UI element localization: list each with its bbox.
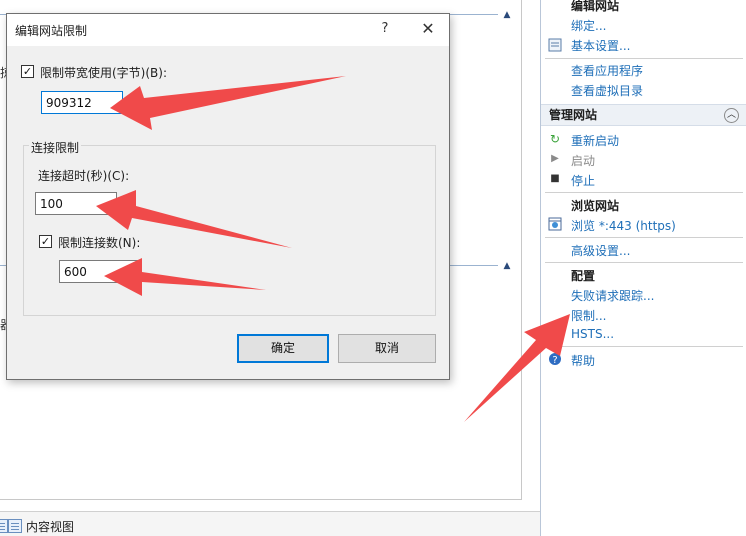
manage-site-header[interactable]: 管理网站 ︿ xyxy=(541,104,746,126)
stop-link[interactable]: 停止 xyxy=(571,172,595,189)
settings-page-icon xyxy=(548,38,562,52)
help-button[interactable]: ? xyxy=(377,21,393,36)
browse-https-link[interactable]: 浏览 *:443 (https) xyxy=(571,217,676,234)
limit-connections-label: 限制连接数(N): xyxy=(58,236,141,250)
features-view-icon xyxy=(0,519,8,533)
divider xyxy=(545,346,743,347)
divider xyxy=(545,262,743,263)
browse-icon xyxy=(548,217,562,231)
manage-site-title: 管理网站 xyxy=(549,108,598,122)
view-applications-link[interactable]: 查看应用程序 xyxy=(571,62,643,79)
help-link[interactable]: 帮助 xyxy=(571,352,595,369)
hsts-link[interactable]: HSTS... xyxy=(571,327,614,341)
close-button[interactable]: ✕ xyxy=(417,19,439,39)
chevron-up-icon[interactable]: ︿ xyxy=(724,108,739,123)
stop-icon: ■ xyxy=(550,173,560,184)
tab-features-view[interactable] xyxy=(0,516,8,536)
group-title-browse-site: 浏览网站 xyxy=(571,199,620,213)
advanced-settings-link[interactable]: 高级设置... xyxy=(571,242,630,259)
bandwidth-limit-checkbox[interactable]: ✓ xyxy=(21,65,34,78)
view-virtual-dirs-link[interactable]: 查看虚拟目录 xyxy=(571,82,643,99)
bindings-link[interactable]: 绑定... xyxy=(571,17,606,34)
divider xyxy=(545,237,743,238)
connection-timeout-label: 连接超时(秒)(C): xyxy=(38,169,130,183)
frame-border xyxy=(0,499,522,500)
divider xyxy=(545,58,743,59)
dialog-title: 编辑网站限制 xyxy=(15,24,88,38)
divider xyxy=(545,192,743,193)
start-link[interactable]: 启动 xyxy=(571,152,595,169)
failed-request-tracing-link[interactable]: 失败请求跟踪... xyxy=(571,287,654,304)
connection-timeout-field[interactable] xyxy=(35,192,117,215)
cancel-button[interactable]: 取消 xyxy=(338,334,436,363)
edit-site-limits-dialog: 编辑网站限制 ? ✕ ✓ 限制带宽使用(字节)(B): 连接限制 连接超时(秒)… xyxy=(6,13,450,380)
bandwidth-limit-field[interactable] xyxy=(41,91,123,114)
limit-connections-checkbox[interactable]: ✓ xyxy=(39,235,52,248)
limit-connections-field[interactable] xyxy=(59,260,141,283)
view-tab-strip: 内容视图 xyxy=(0,511,540,536)
content-view-icon xyxy=(8,519,22,533)
bandwidth-limit-label: 限制带宽使用(字节)(B): xyxy=(40,66,168,80)
group-title-edit-site: 编辑网站 xyxy=(571,0,620,13)
limits-link[interactable]: 限制... xyxy=(571,307,606,324)
ok-button[interactable]: 确定 xyxy=(237,334,329,363)
frame-border xyxy=(521,0,522,500)
start-icon: ▶ xyxy=(551,153,559,164)
collapse-up-icon[interactable]: ▲ xyxy=(500,10,514,20)
actions-pane: 编辑网站 绑定... 基本设置... 查看应用程序 查看虚拟目录 管理网站 ︿ … xyxy=(540,0,746,536)
group-title-config: 配置 xyxy=(571,269,596,283)
connection-limits-title: 连接限制 xyxy=(29,139,82,156)
collapse-up-icon[interactable]: ▲ xyxy=(500,261,514,271)
basic-settings-link[interactable]: 基本设置... xyxy=(571,37,630,54)
restart-icon: ↻ xyxy=(549,132,561,146)
dialog-titlebar[interactable]: 编辑网站限制 ? ✕ xyxy=(7,14,449,46)
help-icon: ? xyxy=(548,352,562,366)
tab-content-view-label: 内容视图 xyxy=(26,519,75,534)
svg-text:?: ? xyxy=(552,355,557,366)
restart-link[interactable]: 重新启动 xyxy=(571,132,619,149)
tab-content-view[interactable]: 内容视图 xyxy=(8,516,74,536)
